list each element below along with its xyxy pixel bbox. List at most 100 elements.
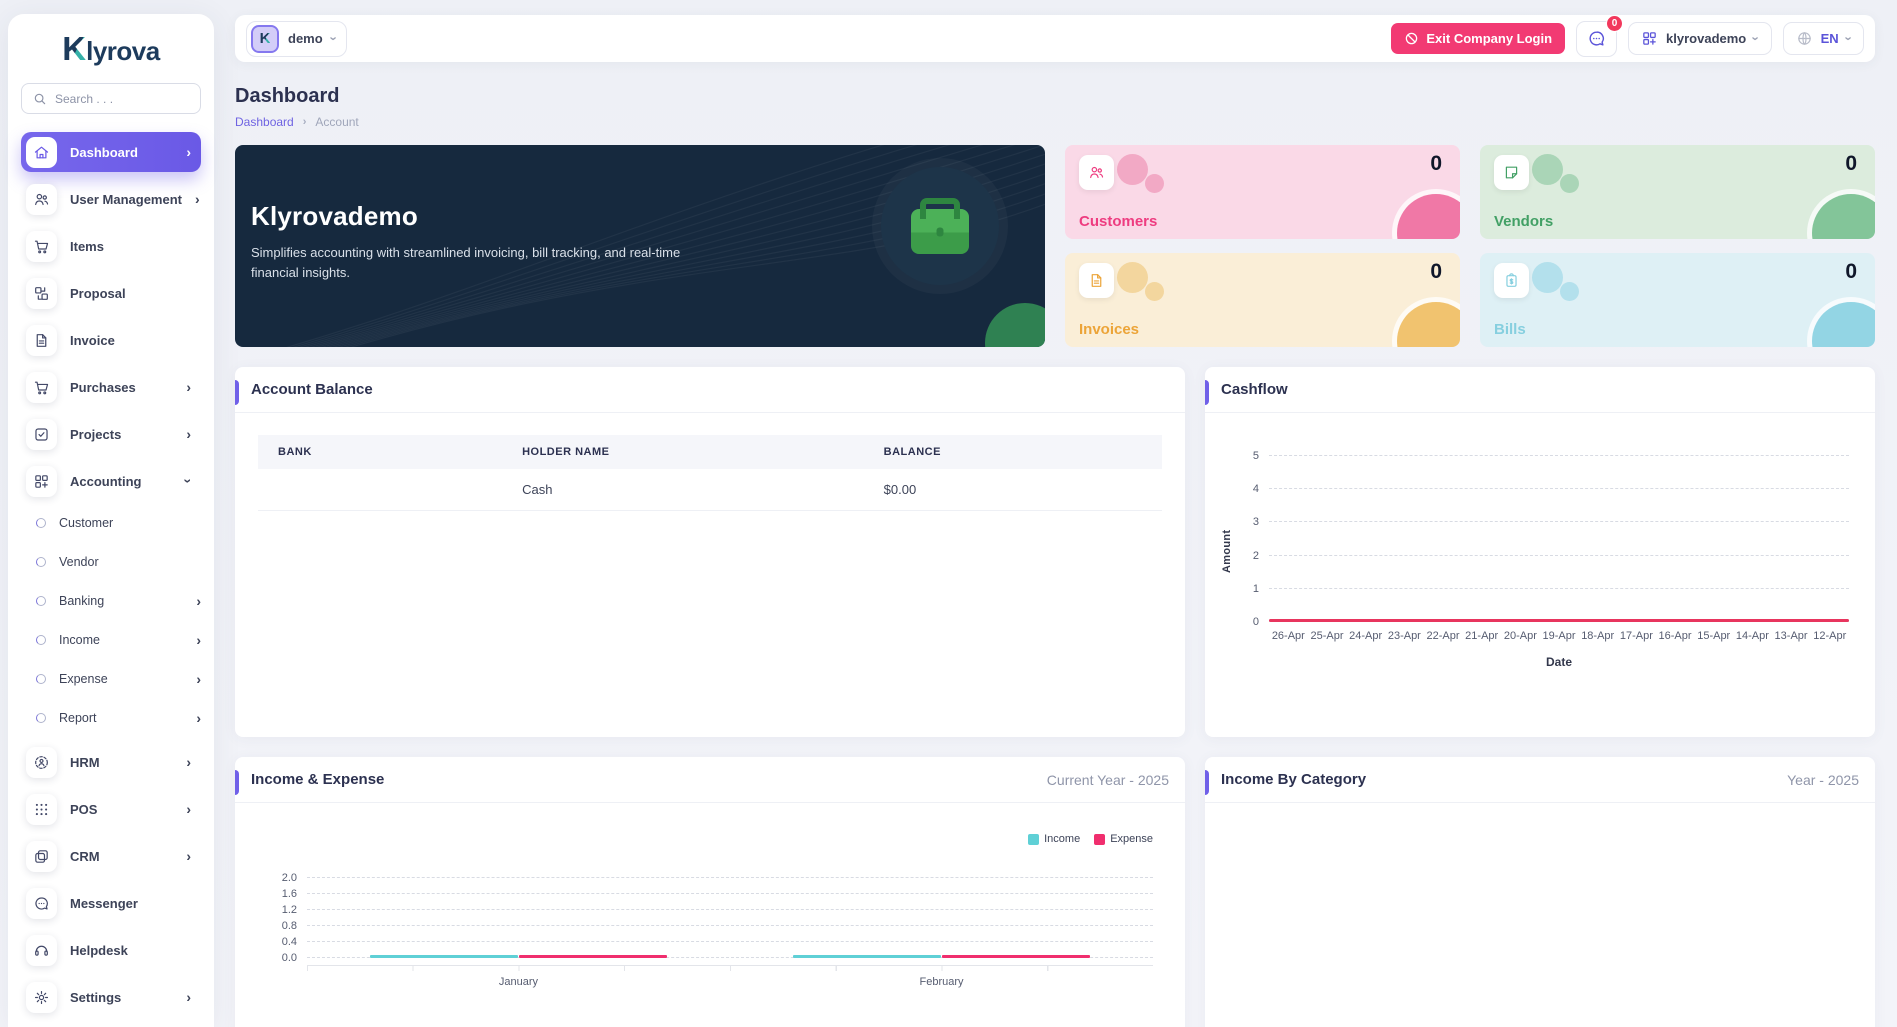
table-cell: $0.00 <box>863 469 1162 511</box>
chevron-down-icon: › <box>326 36 342 41</box>
cart-icon <box>33 379 50 396</box>
sidebar-item-hrm[interactable]: HRM › <box>21 742 201 782</box>
sidebar-item-pos[interactable]: POS › <box>21 789 201 829</box>
vendors-icon <box>1503 164 1520 181</box>
company-switcher[interactable]: K demo › <box>246 20 348 57</box>
messages-button[interactable]: 0 <box>1576 14 1624 57</box>
legend-item-income[interactable]: Income <box>1028 833 1080 845</box>
column-header-bank: BANK <box>278 446 312 458</box>
sidebar-search[interactable] <box>21 83 201 114</box>
customers-icon <box>1088 164 1105 181</box>
stat-label: Bills <box>1494 321 1526 338</box>
search-input[interactable] <box>55 91 189 106</box>
decor-bubble <box>1560 174 1579 193</box>
stat-card-bills[interactable]: 0 Bills <box>1480 253 1875 347</box>
gridline: 2.0 <box>282 872 1153 884</box>
cashflow-chart: Amount 5 4 3 2 1 0 26-Apr 25-Apr 24-Apr 23-Apr 22… <box>1205 413 1875 669</box>
sidebar-item-vendor[interactable]: Vendor <box>21 547 201 577</box>
sidebar-item-proposal[interactable]: Proposal <box>21 273 201 313</box>
gridline: 0.4 <box>282 936 1153 948</box>
column-header-balance: BALANCE <box>883 446 941 458</box>
topbar-actions: Exit Company Login 0 klyrovademo › EN › <box>1391 14 1864 57</box>
stat-label: Customers <box>1079 213 1158 230</box>
ban-icon <box>1404 31 1419 46</box>
chart-legend: Income Expense <box>307 833 1153 845</box>
y-tick-label: 0.4 <box>281 936 297 948</box>
x-category-label: January <box>498 976 539 988</box>
sidebar-item-banking[interactable]: Banking › <box>21 586 201 616</box>
x-tick-label: 18-Apr <box>1581 630 1615 642</box>
sidebar-item-report[interactable]: Report › <box>21 703 201 733</box>
x-tick-label: 25-Apr <box>1310 630 1344 642</box>
chevron-right-icon: › <box>196 593 201 609</box>
sidebar-item-user-management[interactable]: User Management › <box>21 179 201 219</box>
stat-card-customers[interactable]: 0 Customers <box>1065 145 1460 239</box>
icon-chip <box>26 183 57 215</box>
icon-chip <box>26 887 57 919</box>
x-tick-label: 16-Apr <box>1658 630 1692 642</box>
decor-quarter-circle <box>1812 194 1875 239</box>
globe-icon <box>1796 30 1813 47</box>
stat-card-vendors[interactable]: 0 Vendors <box>1480 145 1875 239</box>
x-tick-label: 13-Apr <box>1774 630 1808 642</box>
gridline: 1 <box>1253 583 1849 595</box>
icon-chip <box>26 230 57 262</box>
icon-chip <box>26 277 57 309</box>
x-tick-label: 26-Apr <box>1271 630 1305 642</box>
bar-expense-february <box>941 955 1090 958</box>
language-selector[interactable]: EN › <box>1782 22 1864 55</box>
card-accent-bar <box>235 380 239 405</box>
stat-card-invoices[interactable]: 0 Invoices <box>1065 253 1460 347</box>
sidebar-item-label: Vendor <box>59 555 99 569</box>
sidebar-item-invoice[interactable]: Invoice <box>21 320 201 360</box>
income-expense-title: Income & Expense <box>251 771 385 788</box>
app-logo[interactable]: Klyrova <box>21 32 201 67</box>
helpdesk-icon <box>33 942 50 959</box>
sidebar-item-crm[interactable]: CRM › <box>21 836 201 876</box>
gridline: 0.8 <box>282 920 1153 932</box>
chevron-down-icon: › <box>1841 36 1857 41</box>
sidebar-item-projects[interactable]: Projects › <box>21 414 201 454</box>
sidebar-item-income[interactable]: Income › <box>21 625 201 655</box>
chevron-right-icon: › <box>186 848 191 864</box>
income-expense-plot-area: 2.0 1.6 1.2 0.8 0.4 0.0 <box>282 872 1153 964</box>
bar-income-february <box>793 955 942 958</box>
sidebar-item-items[interactable]: Items <box>21 226 201 266</box>
settings-icon <box>33 989 50 1006</box>
card-accent-bar <box>1205 770 1209 795</box>
sidebar-item-settings[interactable]: Settings › <box>21 977 201 1017</box>
sidebar-item-label: HRM <box>70 754 100 770</box>
gridline: 2 <box>1253 550 1849 562</box>
breadcrumb-dashboard-link[interactable]: Dashboard <box>235 115 294 129</box>
sidebar-item-helpdesk[interactable]: Helpdesk <box>21 930 201 970</box>
sidebar-item-accounting[interactable]: Accounting › <box>21 461 201 501</box>
legend-item-expense[interactable]: Expense <box>1094 833 1153 845</box>
sidebar-item-label: Invoice <box>70 332 115 348</box>
sidebar-item-messenger[interactable]: Messenger <box>21 883 201 923</box>
table-body: Cash $0.00 <box>258 469 1162 511</box>
gridline: 1.6 <box>282 888 1153 900</box>
gridline: 4 <box>1253 483 1849 495</box>
messenger-icon <box>33 895 50 912</box>
sidebar-item-purchases[interactable]: Purchases › <box>21 367 201 407</box>
circle-icon <box>36 635 46 645</box>
invoices-icon <box>1088 272 1105 289</box>
exit-company-login-button[interactable]: Exit Company Login <box>1391 23 1566 54</box>
sidebar-item-customer[interactable]: Customer <box>21 508 201 538</box>
circle-icon <box>36 596 46 606</box>
icon-chip <box>26 371 57 403</box>
account-balance-table: BANK HOLDER NAME BALANCE Cash $0.00 <box>258 435 1162 511</box>
sidebar-item-expense[interactable]: Expense › <box>21 664 201 694</box>
x-tick-label: 21-Apr <box>1465 630 1499 642</box>
y-tick-label: 1.6 <box>281 888 297 900</box>
sidebar-item-dashboard[interactable]: Dashboard › <box>21 132 201 172</box>
company-banner: Klyrovademo Simplifies accounting with s… <box>235 145 1045 347</box>
chevron-right-icon: › <box>186 754 191 770</box>
decor-bubble <box>1532 262 1563 293</box>
company-name: demo <box>288 31 323 46</box>
icon-chip <box>1494 263 1529 298</box>
user-menu[interactable]: klyrovademo › <box>1628 22 1772 55</box>
chevron-right-icon: › <box>186 801 191 817</box>
icon-chip <box>26 793 57 825</box>
gridline: 3 <box>1253 516 1849 528</box>
